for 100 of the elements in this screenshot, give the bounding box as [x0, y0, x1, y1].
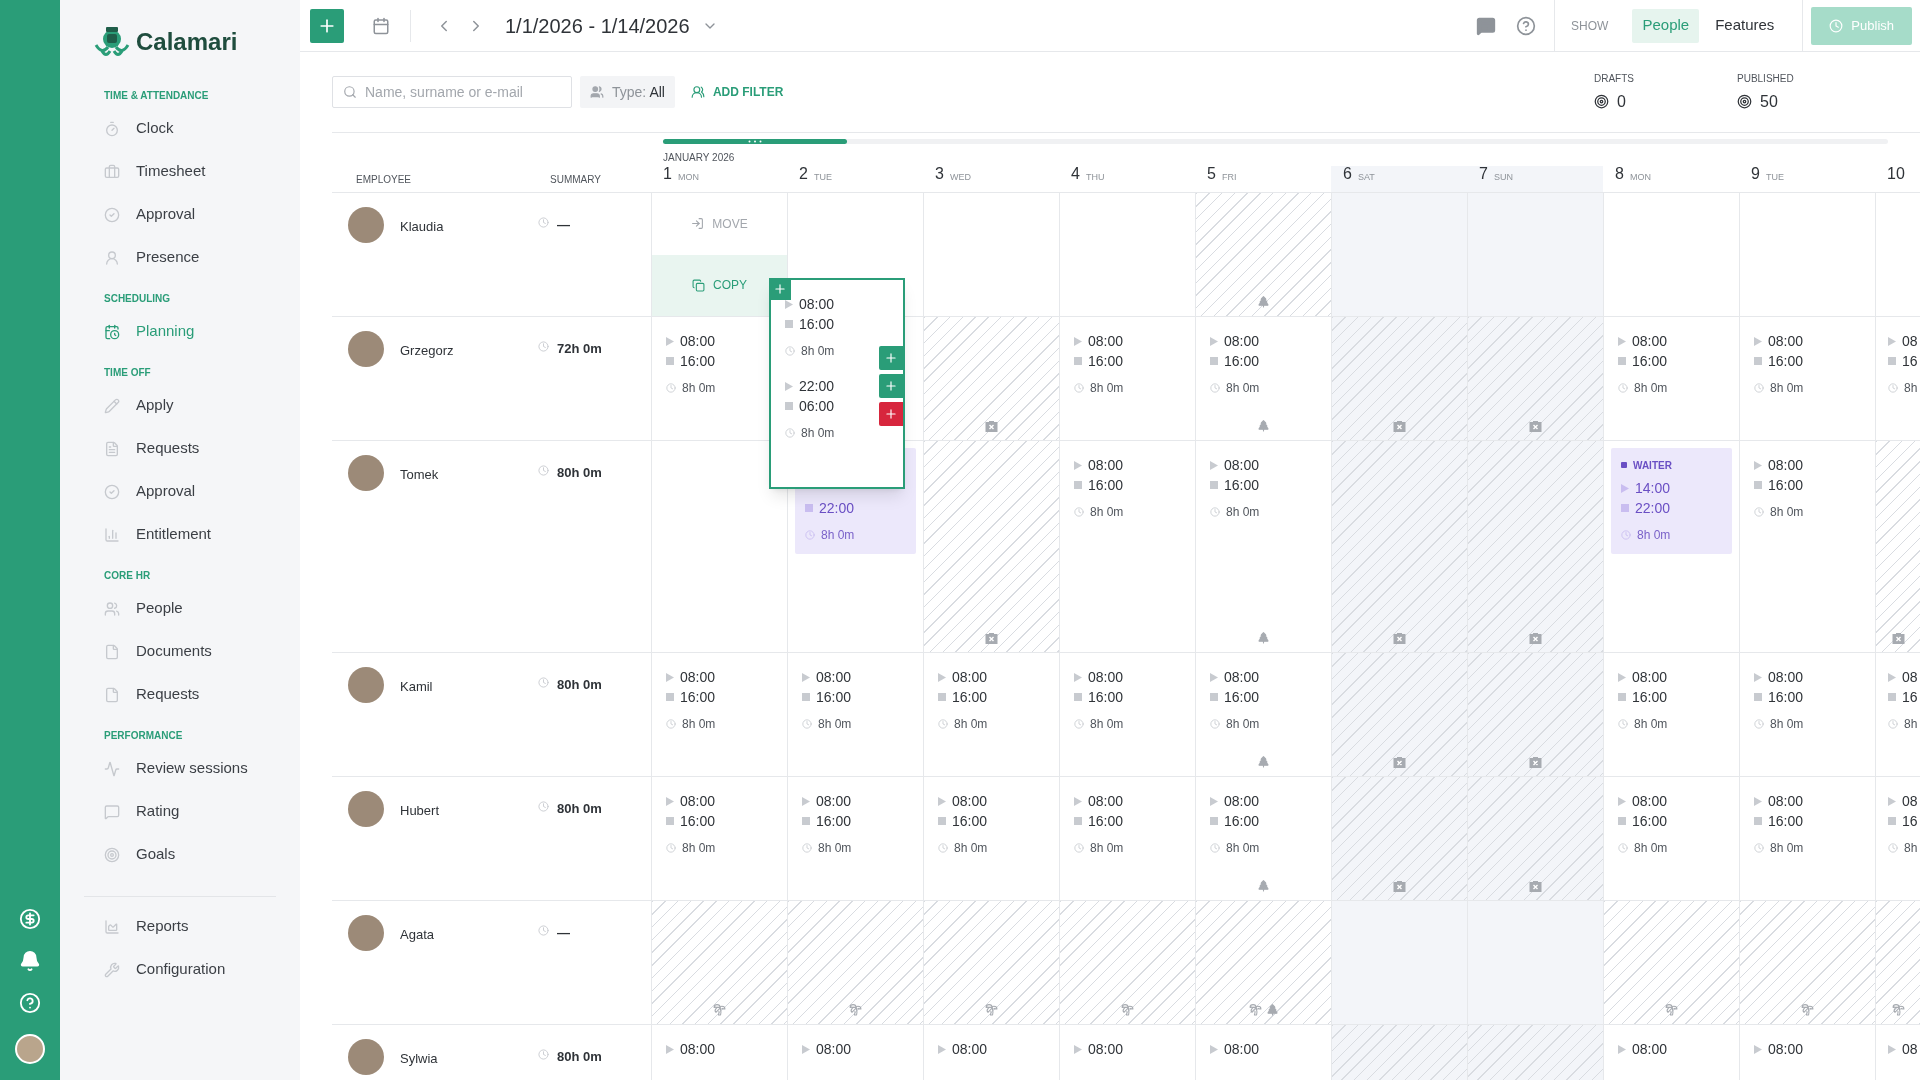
day-cell[interactable] — [651, 901, 787, 1025]
day-cell[interactable] — [1331, 317, 1467, 441]
notifications-icon[interactable] — [19, 950, 41, 972]
view-tab[interactable]: Features — [1705, 8, 1785, 43]
day-cell[interactable] — [1603, 901, 1739, 1025]
day-cell[interactable]: 08:00 16:00 8h 0m — [1059, 777, 1195, 901]
nav-item[interactable]: Presence — [84, 236, 276, 279]
nav-item[interactable]: Rating — [84, 790, 276, 833]
day-cell[interactable]: 08:00 16:00 8h 0m — [923, 653, 1059, 777]
day-cell[interactable] — [1467, 901, 1603, 1025]
day-cell[interactable]: 08:00 16:00 8h 0m — [651, 653, 787, 777]
comments-icon[interactable] — [1476, 15, 1497, 36]
day-cell[interactable] — [923, 441, 1059, 653]
day-cell[interactable] — [1331, 777, 1467, 901]
nav-item[interactable]: Requests — [84, 427, 276, 470]
timeline-thumb[interactable] — [663, 139, 847, 144]
nav-item[interactable]: Apply — [84, 384, 276, 427]
billing-icon[interactable] — [19, 908, 41, 930]
day-cell[interactable] — [923, 193, 1059, 317]
day-cell[interactable]: 08:00 — [651, 1025, 787, 1080]
day-cell[interactable] — [923, 317, 1059, 441]
employee-name[interactable]: Tomek — [400, 465, 439, 485]
search-field[interactable]: Name, surname or e-mail — [332, 76, 572, 108]
day-cell[interactable]: 08:00 16:00 8h 0m — [1059, 653, 1195, 777]
day-cell[interactable]: 08 16 8h — [1875, 317, 1920, 441]
day-cell[interactable]: 08:00 16:00 8h 0m — [787, 653, 923, 777]
day-cell[interactable] — [923, 901, 1059, 1025]
plus-button[interactable] — [879, 346, 903, 370]
day-cell[interactable] — [1467, 777, 1603, 901]
day-cell[interactable] — [1331, 193, 1467, 317]
day-cell[interactable]: 08:00 16:00 8h 0m — [1603, 653, 1739, 777]
nav-item[interactable]: Reports — [84, 905, 276, 948]
day-cell[interactable] — [1331, 441, 1467, 653]
day-cell[interactable]: 08:00 16:00 8h 0m — [923, 777, 1059, 901]
timeline-track[interactable] — [663, 139, 1888, 144]
date-range-dropdown[interactable]: 1/1/2026 - 1/14/2026 — [505, 10, 718, 41]
day-cell[interactable]: 08:00 — [787, 1025, 923, 1080]
day-cell[interactable] — [1195, 901, 1331, 1025]
employee-name[interactable]: Sylwia — [400, 1049, 438, 1069]
day-cell[interactable] — [1059, 901, 1195, 1025]
nav-item[interactable]: Approval — [84, 193, 276, 236]
nav-item[interactable]: Documents — [84, 630, 276, 673]
day-cell[interactable] — [1467, 441, 1603, 653]
day-cell[interactable]: 08 16 8h — [1875, 777, 1920, 901]
day-cell[interactable] — [1467, 653, 1603, 777]
employee-name[interactable]: Hubert — [400, 801, 440, 821]
day-cell[interactable] — [1331, 653, 1467, 777]
type-filter[interactable]: Type: All — [580, 76, 675, 108]
day-cell[interactable]: 08:00 16:00 8h 0m — [1739, 441, 1875, 653]
day-cell[interactable]: WAITER 14:00 22:00 8h 0m — [1603, 441, 1739, 653]
day-cell[interactable]: 08 — [1875, 1025, 1920, 1080]
day-cell[interactable] — [1467, 317, 1603, 441]
day-cell[interactable] — [1875, 441, 1920, 653]
nav-item[interactable]: Entitlement — [84, 513, 276, 556]
nav-item[interactable]: Review sessions — [84, 747, 276, 790]
day-cell[interactable]: 08:00 16:00 8h 0m — [1739, 317, 1875, 441]
plus-button[interactable] — [879, 374, 903, 398]
day-cell[interactable]: 08:00 16:00 8h 0m — [651, 777, 787, 901]
day-cell[interactable]: 08:00 16:00 8h 0m — [1739, 777, 1875, 901]
day-cell[interactable] — [1875, 901, 1920, 1025]
day-cell[interactable] — [1467, 193, 1603, 317]
nav-item[interactable]: Timesheet — [84, 150, 276, 193]
add-button[interactable] — [769, 278, 791, 300]
day-cell[interactable] — [1875, 193, 1920, 317]
day-cell[interactable]: 08:00 16:00 8h 0m — [1739, 653, 1875, 777]
day-cell[interactable] — [1059, 193, 1195, 317]
day-cell[interactable]: 08:00 — [1603, 1025, 1739, 1080]
day-cell[interactable] — [1739, 901, 1875, 1025]
day-cell[interactable]: 08:00 16:00 8h 0m — [787, 777, 923, 901]
plus-button[interactable] — [879, 402, 903, 426]
employee-name[interactable]: Grzegorz — [400, 341, 454, 361]
day-cell[interactable]: 08:00 16:00 8h 0m — [1603, 317, 1739, 441]
day-cell[interactable]: 08 16 8h — [1875, 653, 1920, 777]
help-icon[interactable] — [1516, 15, 1537, 36]
day-cell[interactable] — [1603, 193, 1739, 317]
nav-item[interactable]: Configuration — [84, 948, 276, 991]
day-cell[interactable]: 08:00 — [923, 1025, 1059, 1080]
day-cell[interactable] — [787, 901, 923, 1025]
shift-card[interactable]: WAITER 14:00 22:00 8h 0m — [1611, 448, 1732, 554]
nav-item[interactable]: Clock — [84, 107, 276, 150]
plus-icon — [884, 379, 898, 393]
day-cell[interactable] — [1739, 193, 1875, 317]
day-cell[interactable] — [1195, 193, 1331, 317]
nav-item[interactable]: Requests — [84, 673, 276, 716]
employee-name[interactable]: Klaudia — [400, 217, 444, 237]
add-button[interactable] — [310, 8, 344, 43]
day-cell[interactable]: 08:00 16:00 8h 0m — [1603, 777, 1739, 901]
day-cell[interactable]: 08:00 — [1739, 1025, 1875, 1080]
nav-item[interactable]: Goals — [84, 833, 276, 876]
nav-item[interactable]: People — [84, 587, 276, 630]
start-icon — [1888, 796, 1896, 806]
day-cell[interactable]: 08:00 16:00 8h 0m — [1059, 441, 1195, 653]
day-cell[interactable]: 08:00 16:00 8h 0m — [1059, 317, 1195, 441]
employee-name[interactable]: Kamil — [400, 677, 433, 697]
nav-item[interactable]: Approval — [84, 470, 276, 513]
user-avatar[interactable] — [15, 1034, 45, 1064]
employee-name[interactable]: Agata — [400, 925, 434, 945]
day-cell[interactable]: 08:00 — [1059, 1025, 1195, 1080]
day-cell[interactable] — [1331, 901, 1467, 1025]
calendar-icon[interactable] — [372, 16, 390, 35]
